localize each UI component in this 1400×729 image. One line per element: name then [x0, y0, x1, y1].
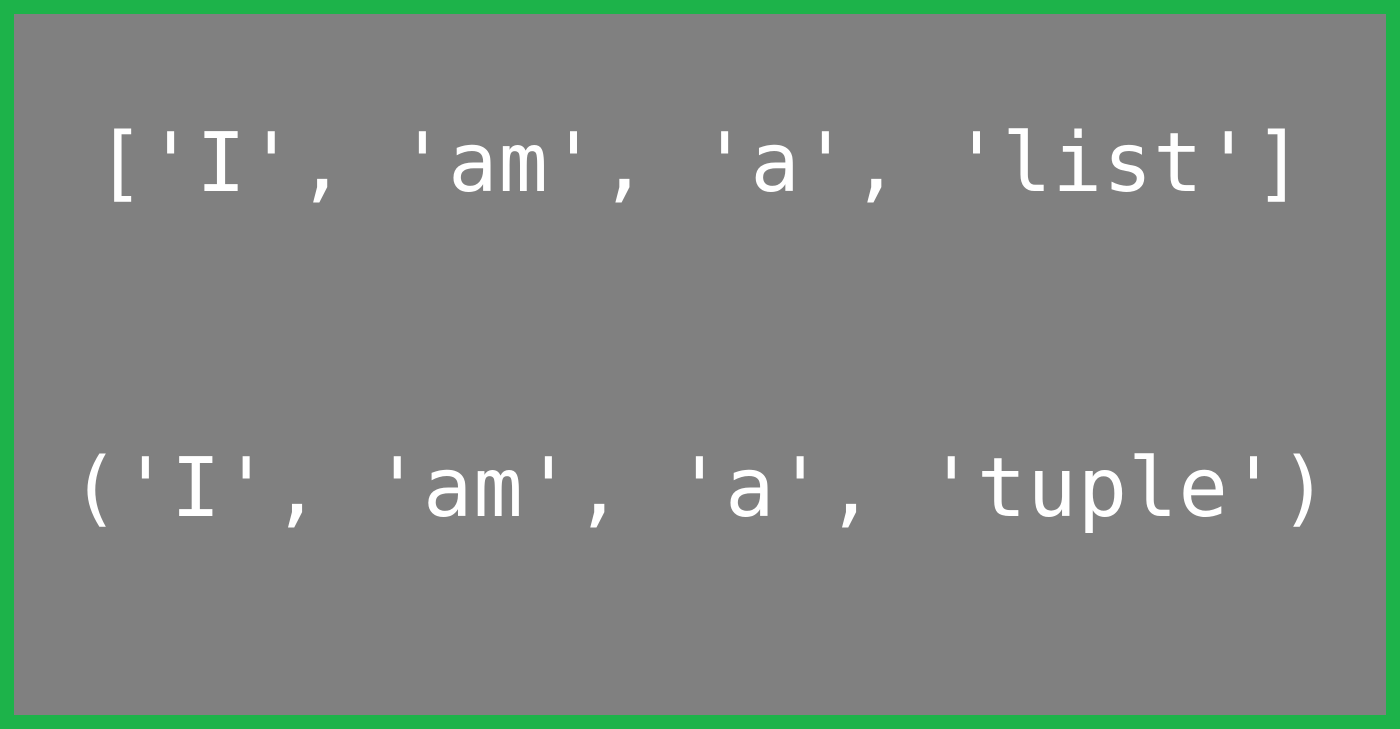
tuple-literal-text: ('I', 'am', 'a', 'tuple') [70, 441, 1330, 536]
code-panel: ['I', 'am', 'a', 'list'] ('I', 'am', 'a'… [0, 0, 1400, 729]
list-literal-text: ['I', 'am', 'a', 'list'] [95, 116, 1305, 211]
